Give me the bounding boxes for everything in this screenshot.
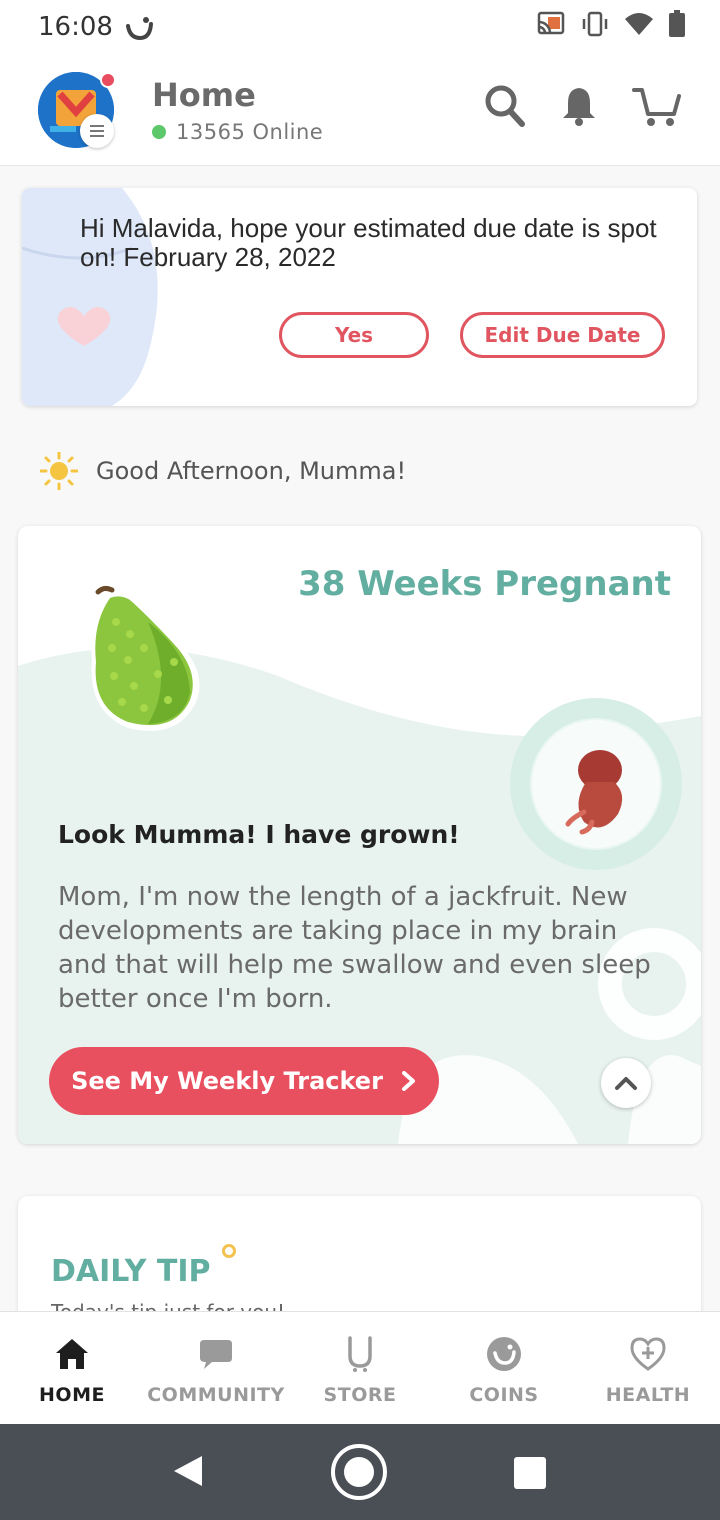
- nav-store[interactable]: STORE: [288, 1312, 432, 1424]
- edit-due-date-button[interactable]: Edit Due Date: [460, 312, 665, 358]
- online-dot: [152, 125, 166, 139]
- online-count: 13565 Online: [176, 120, 324, 144]
- bottom-navigation: HOME COMMUNITY STORE COINS HEALTH: [0, 1311, 720, 1424]
- avatar[interactable]: [38, 72, 116, 148]
- status-bar: 16:08: [0, 0, 720, 56]
- greeting-text: Good Afternoon, Mumma!: [96, 457, 407, 485]
- nav-community-label: COMMUNITY: [147, 1384, 285, 1406]
- baby-growth-card: 38 Weeks Pregnant Look Mumma! I have gro…: [18, 526, 701, 1144]
- app-notification-icon: [126, 17, 153, 41]
- home-circle-icon[interactable]: [331, 1444, 387, 1500]
- wifi-icon: [625, 13, 653, 35]
- status-icons: [536, 10, 686, 38]
- nav-community[interactable]: COMMUNITY: [144, 1312, 288, 1424]
- notification-dot: [100, 72, 116, 88]
- jackfruit-icon: [91, 585, 200, 731]
- nav-health-label: HEALTH: [605, 1384, 691, 1406]
- app-header: Home 13565 Online: [0, 56, 720, 166]
- chevron-right-icon: [401, 1071, 415, 1091]
- fetus-illustration: [510, 698, 682, 870]
- weekly-tracker-button[interactable]: See My Weekly Tracker: [49, 1047, 439, 1115]
- bell-icon[interactable]: [560, 85, 598, 127]
- status-time: 16:08: [38, 12, 113, 42]
- nav-health[interactable]: HEALTH: [576, 1312, 720, 1424]
- greeting: Good Afternoon, Mumma!: [40, 452, 406, 490]
- online-status: 13565 Online: [152, 120, 323, 144]
- nav-home[interactable]: HOME: [0, 1312, 144, 1424]
- cart-icon[interactable]: [632, 84, 682, 128]
- nav-home-label: HOME: [39, 1384, 105, 1406]
- page-title: Home: [152, 76, 256, 114]
- home-icon: [56, 1339, 88, 1369]
- cast-icon: [537, 11, 565, 35]
- coins-icon: [487, 1337, 521, 1371]
- vibrate-icon: [582, 11, 608, 37]
- tip-decoration: [222, 1244, 236, 1258]
- system-navigation-bar: [0, 1424, 720, 1520]
- due-date-card: Hi Malavida, hope your estimated due dat…: [22, 188, 697, 406]
- recents-icon[interactable]: [514, 1457, 546, 1489]
- nav-coins-label: COINS: [469, 1384, 539, 1406]
- yes-button[interactable]: Yes: [279, 312, 429, 358]
- back-icon[interactable]: [172, 1454, 204, 1488]
- header-actions: [484, 84, 682, 128]
- heart-plus-icon: [630, 1337, 666, 1371]
- chevron-up-icon: [615, 1077, 637, 1090]
- due-date-message: Hi Malavida, hope your estimated due dat…: [80, 213, 657, 272]
- weeks-pregnant-title: 38 Weeks Pregnant: [298, 564, 671, 604]
- growth-description: Mom, I'm now the length of a jackfruit. …: [58, 882, 651, 1014]
- menu-icon[interactable]: [80, 114, 114, 148]
- nav-store-label: STORE: [323, 1384, 397, 1406]
- battery-icon: [669, 10, 685, 37]
- daily-tip-title: DAILY TIP: [51, 1254, 211, 1289]
- nav-coins[interactable]: COINS: [432, 1312, 576, 1424]
- growth-heading: Look Mumma! I have grown!: [58, 820, 460, 849]
- chat-icon: [200, 1340, 232, 1369]
- collapse-button[interactable]: [601, 1058, 651, 1108]
- search-icon[interactable]: [484, 84, 526, 128]
- store-icon: [348, 1336, 372, 1372]
- weekly-tracker-label: See My Weekly Tracker: [71, 1067, 383, 1095]
- sun-icon: [40, 452, 78, 490]
